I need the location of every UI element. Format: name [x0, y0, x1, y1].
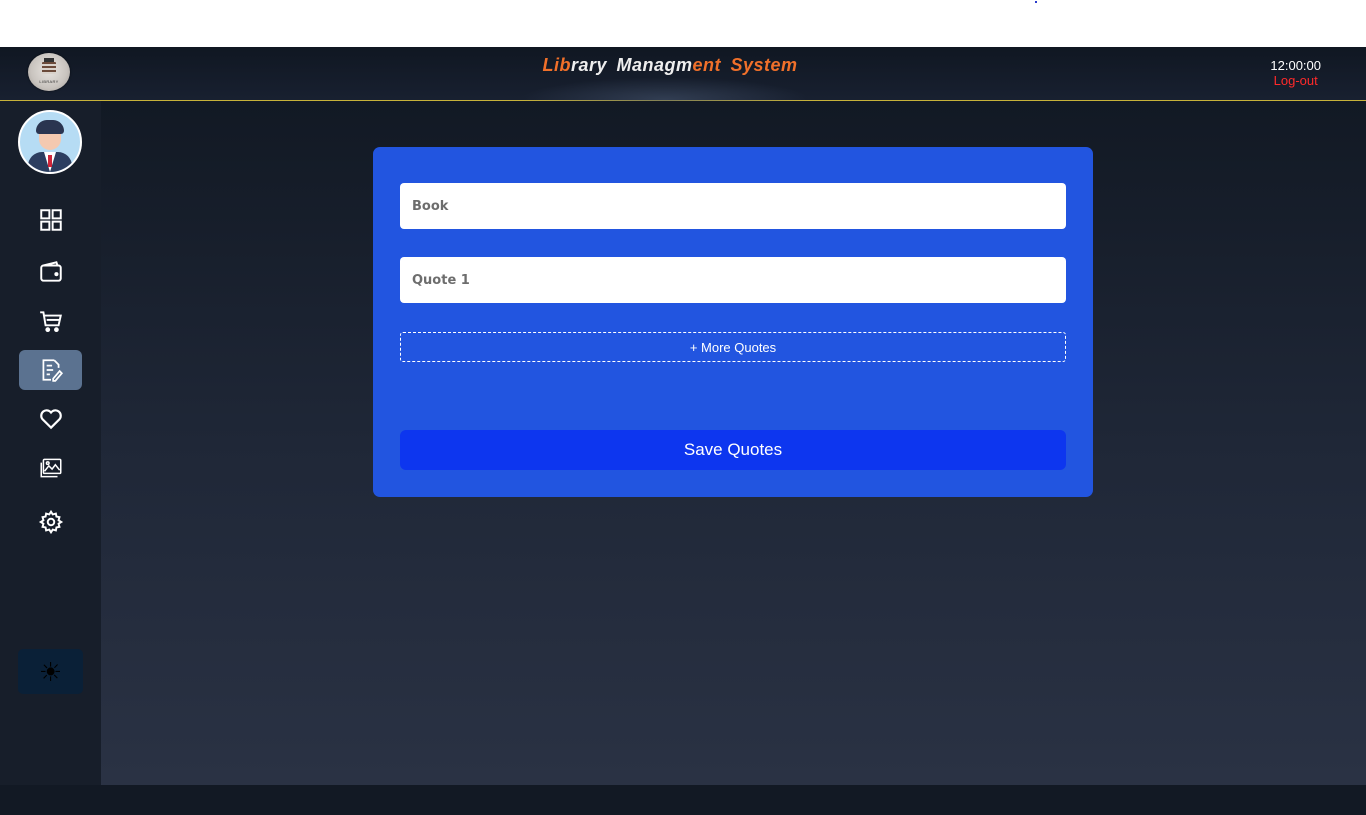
bottom-bar	[0, 785, 1366, 815]
app-title-part-2: rary Managm	[570, 55, 693, 75]
cart-icon	[39, 311, 62, 333]
wallet-icon	[39, 261, 62, 282]
save-quotes-button[interactable]: Save Quotes	[400, 430, 1066, 470]
stray-dot	[1035, 1, 1037, 3]
sidebar-item-dashboard[interactable]	[19, 200, 82, 240]
app-title-part-1: Lib	[542, 55, 571, 75]
quote-form-card: + More Quotes Save Quotes	[373, 147, 1093, 497]
avatar-hair	[36, 120, 64, 134]
gear-icon	[38, 509, 63, 535]
books-icon	[42, 62, 56, 74]
sidebar-item-quotes[interactable]	[19, 350, 82, 390]
browser-blank-area	[0, 0, 1366, 47]
sidebar-item-favorites[interactable]	[19, 399, 82, 439]
sidebar: ☀	[0, 101, 101, 785]
heart-icon	[39, 409, 62, 430]
book-input[interactable]	[400, 183, 1066, 229]
library-logo[interactable]: LIBRARY	[28, 53, 70, 91]
edit-document-icon	[42, 359, 63, 382]
quote-1-input[interactable]	[400, 257, 1066, 303]
avatar-tie	[48, 155, 52, 167]
dashboard-grid-icon	[39, 209, 62, 231]
avatar[interactable]	[18, 110, 82, 174]
logout-link[interactable]: Log-out	[1270, 73, 1321, 88]
theme-toggle-button[interactable]: ☀	[18, 649, 83, 694]
main-content: + More Quotes Save Quotes	[101, 101, 1366, 785]
sidebar-item-settings[interactable]	[19, 502, 82, 542]
logo-tag: LIBRARY	[39, 79, 59, 84]
clock-time: 12:00:00	[1270, 58, 1321, 73]
sidebar-item-wallet[interactable]	[19, 252, 82, 292]
app-title-part-3: ent System	[692, 55, 798, 75]
app-title: Library Managment System	[520, 55, 820, 76]
clock-area: 12:00:00 Log-out	[1270, 58, 1321, 88]
sidebar-item-cart[interactable]	[19, 301, 82, 341]
top-bar: LIBRARY Library Managment System 12:00:0…	[0, 47, 1366, 122]
sidebar-item-gallery[interactable]	[19, 448, 82, 488]
sun-icon: ☀	[38, 656, 63, 687]
more-quotes-button[interactable]: + More Quotes	[400, 332, 1066, 362]
gallery-icon	[39, 458, 62, 478]
